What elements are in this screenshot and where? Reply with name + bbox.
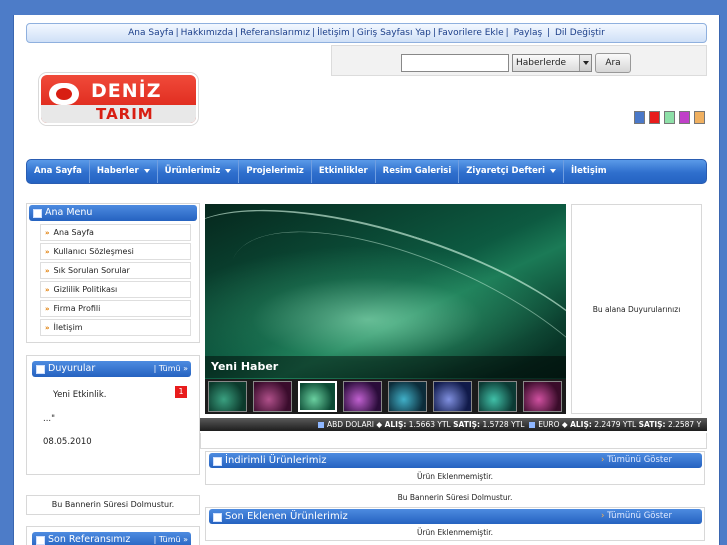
menu-item-faq[interactable]: » Sık Sorulan Sorular [40, 262, 191, 279]
main-nav: Ana Sayfa Haberler Ürünlerimiz Projeleri… [26, 159, 707, 184]
caret-down-icon [550, 168, 556, 173]
ticker-footer-strip [200, 433, 707, 449]
menu-item-privacy[interactable]: » Gizlilik Politikası [40, 281, 191, 298]
logo-text-1: DENİZ [91, 80, 162, 102]
flag-icon [318, 422, 324, 428]
double-chevron-right-icon: » [45, 286, 50, 294]
double-chevron-right-icon: » [45, 248, 50, 256]
toplink-add-favorites[interactable]: Favorilere Ekle [438, 28, 504, 38]
double-chevron-right-icon: » [45, 305, 50, 313]
search-input[interactable] [401, 54, 509, 72]
ticker-usd-sell: 1.5728 YTL [482, 420, 525, 429]
menu-item-contact[interactable]: » İletişim [40, 319, 191, 336]
discounted-products-box: İndirimli Ürünlerimiz Tümünü Göster Ürün… [205, 451, 705, 485]
top-links-bar: Ana Sayfa | Hakkımızda | Referanslarımız | İle… [26, 23, 707, 43]
news-slider[interactable]: Yeni Haber [205, 204, 566, 414]
nav-item-events[interactable]: Etkinlikler [312, 160, 376, 183]
search-panel: Haberlerde Ara [331, 45, 707, 76]
theme-swatch-orange[interactable] [694, 111, 705, 124]
menu-item-home[interactable]: » Ana Sayfa [40, 224, 191, 241]
last-reference-all-link[interactable]: | Tümü » [154, 532, 188, 545]
double-chevron-right-icon: » [45, 324, 50, 332]
menu-item-company-profile[interactable]: » Firma Profili [40, 300, 191, 317]
currency-ticker: ABD DOLARI ◆ ALIŞ: 1.5663 YTL SATIŞ: 1.5… [200, 418, 707, 431]
announcements-box: Duyurular | Tümü » Yeni Etkinlik. 1 ..."… [26, 355, 200, 475]
ticker-usd-label: ABD DOLARI [327, 420, 375, 429]
left-banner: Bu Bannerin Süresi Dolmustur. [26, 495, 200, 515]
nav-item-news[interactable]: Haberler [90, 160, 158, 183]
caret-down-icon [143, 168, 150, 173]
ticker-eur-label: EURO [538, 420, 560, 429]
double-chevron-right-icon: » [45, 267, 50, 275]
new-products-show-all-link[interactable]: Tümünü Göster [601, 509, 672, 524]
announcement-date: 08.05.2010 [43, 437, 92, 447]
slider-thumb[interactable] [478, 381, 517, 412]
theme-swatch-blue[interactable] [634, 111, 645, 124]
announcement-snippet: ..." [43, 414, 56, 424]
ticker-usd-buy: 1.5663 YTL [408, 420, 451, 429]
new-products-box: Son Eklenen Ürünlerimiz Tümünü Göster Ür… [205, 507, 705, 541]
nav-item-home[interactable]: Ana Sayfa [27, 160, 90, 183]
nav-item-contact[interactable]: İletişim [564, 160, 614, 183]
double-chevron-right-icon: » [45, 229, 50, 237]
announcement-placeholder: Bu alana Duyurularınızı Ekleyiniz... [571, 204, 702, 524]
nav-item-projects[interactable]: Projelerimiz [239, 160, 312, 183]
chevron-down-icon [579, 55, 591, 71]
slider-thumbnails [205, 379, 566, 414]
search-button[interactable]: Ara [595, 53, 631, 73]
logo-text-2: TARIM [96, 105, 154, 123]
caret-down-icon [225, 168, 232, 173]
flag-icon [529, 422, 536, 428]
ticker-eur-buy: 2.2479 YTL [594, 420, 637, 429]
main-banner: Bu Bannerin Süresi Dolmustur. [397, 493, 513, 502]
slider-thumb[interactable] [208, 381, 247, 412]
discounted-show-all-link[interactable]: Tümünü Göster [601, 453, 672, 468]
theme-swatch-green[interactable] [664, 111, 675, 124]
site-logo[interactable]: DENİZ TARIM [39, 73, 198, 125]
toplink-contact[interactable]: İletişim [317, 28, 350, 38]
search-scope-select[interactable]: Haberlerde [512, 54, 592, 72]
announcements-header: Duyurular | Tümü » [32, 361, 191, 377]
toplink-references[interactable]: Referanslarımız [240, 28, 310, 38]
discounted-empty-message: Ürün Eklenmemiştir. [416, 472, 494, 481]
main-menu-title: Ana Menu [29, 205, 197, 221]
nav-item-products[interactable]: Ürünlerimiz [158, 160, 240, 183]
toplink-share[interactable]: Paylaş [514, 28, 543, 38]
nav-item-gallery[interactable]: Resim Galerisi [376, 160, 460, 183]
slider-thumb[interactable] [523, 381, 562, 412]
announcements-all-link[interactable]: | Tümü » [154, 361, 188, 377]
main-menu-box: Ana Menu » Ana Sayfa » Kullanıcı Sözleşmes… [26, 203, 200, 343]
slider-thumb[interactable] [433, 381, 472, 412]
announcement-title[interactable]: Yeni Etkinlik. [53, 390, 106, 400]
new-products-empty-message: Ürün Eklenmemiştir. [416, 528, 494, 537]
toplink-home[interactable]: Ana Sayfa [128, 28, 173, 38]
slider-thumb-active[interactable] [298, 381, 337, 412]
toplink-about[interactable]: Hakkımızda [181, 28, 233, 38]
search-scope-value: Haberlerde [516, 58, 567, 68]
theme-swatch-purple[interactable] [679, 111, 690, 124]
discounted-products-header: İndirimli Ürünlerimiz Tümünü Göster [209, 453, 702, 468]
theme-swatch-red[interactable] [649, 111, 660, 124]
ticker-eur-sell: 2.2587 Y [667, 420, 702, 429]
menu-item-user-agreement[interactable]: » Kullanıcı Sözleşmesi [40, 243, 191, 260]
page-container: Ana Sayfa | Hakkımızda | Referanslarımız | İle… [13, 15, 720, 545]
slider-caption[interactable]: Yeni Haber [205, 356, 566, 378]
slider-thumb[interactable] [343, 381, 382, 412]
slider-thumb[interactable] [253, 381, 292, 412]
toplink-language[interactable]: Dil Değiştir [555, 28, 605, 38]
toplink-set-homepage[interactable]: Giriş Sayfası Yap [357, 28, 431, 38]
last-reference-header: Son Referansımız | Tümü » [32, 532, 191, 545]
last-reference-box: Son Referansımız | Tümü » [26, 526, 200, 545]
logo-emblem-icon [49, 83, 79, 105]
new-products-header: Son Eklenen Ürünlerimiz Tümünü Göster [209, 509, 702, 524]
slider-thumb[interactable] [388, 381, 427, 412]
theme-swatches [634, 111, 709, 124]
nav-item-guestbook[interactable]: Ziyaretçi Defteri [459, 160, 564, 183]
announcement-page-badge[interactable]: 1 [175, 386, 187, 398]
